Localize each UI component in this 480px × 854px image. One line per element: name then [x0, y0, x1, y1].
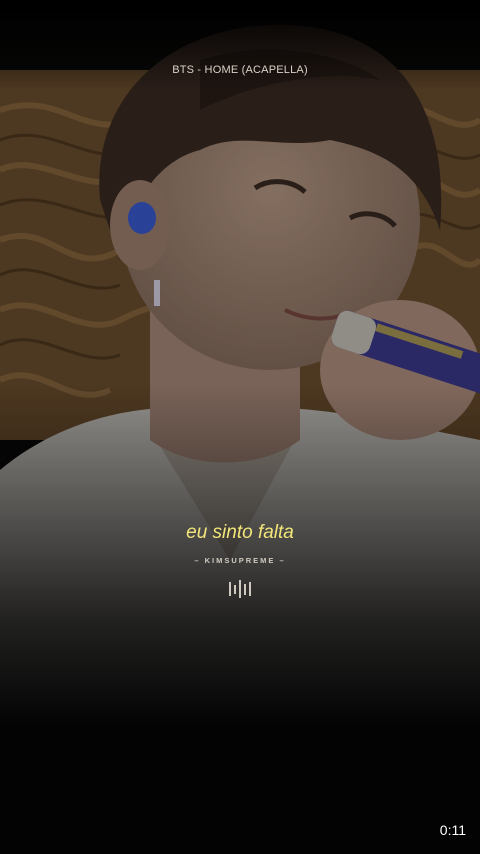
playback-time: 0:11	[439, 822, 466, 838]
lyric-caption: eu sinto falta	[186, 522, 294, 543]
video-scene	[0, 0, 480, 854]
audio-bars-icon	[229, 580, 251, 598]
channel-credit: – KIMSUPREME –	[194, 556, 286, 565]
song-title: BTS - HOME (ACAPELLA)	[172, 64, 308, 76]
video-frame[interactable]	[0, 0, 480, 854]
